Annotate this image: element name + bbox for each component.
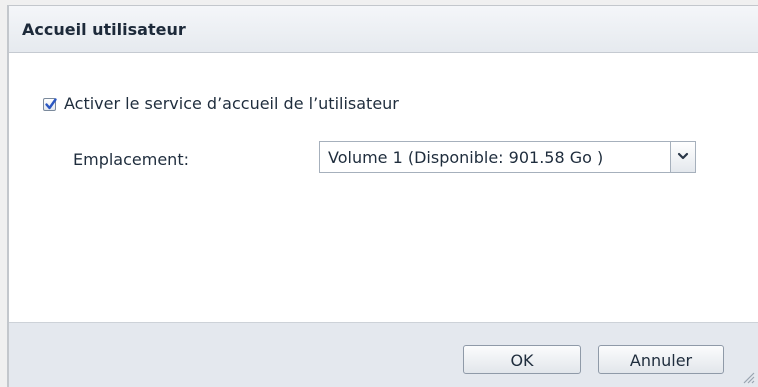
dialog-content: Activer le service d’accueil de l’utilis… bbox=[9, 53, 758, 322]
checkmark-icon bbox=[45, 98, 57, 110]
ok-button[interactable]: OK bbox=[463, 345, 581, 374]
dialog-footer: OK Annuler bbox=[9, 322, 758, 387]
dialog-titlebar[interactable]: Accueil utilisateur bbox=[9, 6, 758, 53]
enable-user-home-checkbox[interactable] bbox=[43, 98, 57, 111]
location-select-toggle[interactable] bbox=[670, 142, 695, 172]
dialog-window: Accueil utilisateur Activer le service d… bbox=[7, 5, 758, 387]
location-select[interactable]: Volume 1 (Disponible: 901.58 Go ) bbox=[319, 141, 696, 173]
location-label: Emplacement: bbox=[73, 150, 189, 169]
chevron-down-icon bbox=[677, 152, 689, 160]
cancel-button[interactable]: Annuler bbox=[598, 345, 724, 374]
dialog-title: Accueil utilisateur bbox=[22, 20, 186, 39]
resize-grip-icon[interactable] bbox=[741, 370, 755, 384]
location-select-value: Volume 1 (Disponible: 901.58 Go ) bbox=[328, 148, 604, 167]
enable-user-home-label[interactable]: Activer le service d’accueil de l’utilis… bbox=[64, 94, 399, 113]
